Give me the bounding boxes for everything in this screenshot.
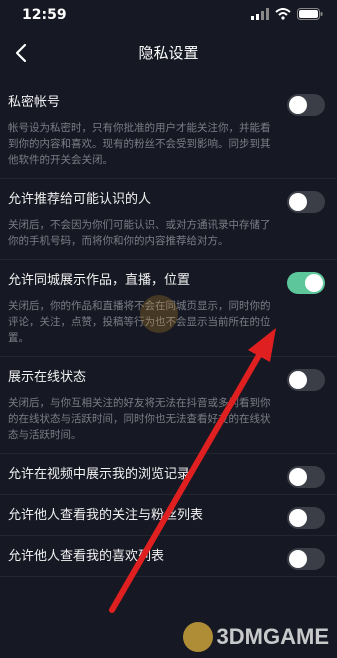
setting-label: 展示在线状态 [8, 370, 87, 385]
setting-show-browsing-history: 允许在视频中展示我的浏览记录 [0, 454, 337, 495]
nav-bar: 隐私设置 [0, 30, 337, 76]
wifi-icon [275, 8, 291, 20]
setting-label: 允许他人查看我的关注与粉丝列表 [8, 508, 204, 523]
recommend-toggle[interactable] [287, 191, 325, 213]
page-title: 隐私设置 [138, 44, 199, 62]
signal-icon [251, 8, 269, 20]
setting-description: 帐号设为私密时，只有你批准的用户才能关注你，并能看到你的内容和喜欢。现有的粉丝不… [8, 122, 271, 166]
setting-description: 关闭后，与你互相关注的好友将无法在抖音或多闪看到你的在线状态与活跃时间，同时你也… [8, 397, 271, 441]
toggle-knob [305, 274, 323, 292]
setting-label: 私密帐号 [8, 95, 61, 110]
private-account-toggle[interactable] [287, 94, 325, 116]
setting-label: 允许在视频中展示我的浏览记录 [8, 467, 191, 482]
status-icons [251, 8, 323, 20]
setting-label: 允许同城展示作品，直播，位置 [8, 273, 191, 288]
local-display-toggle[interactable] [287, 272, 325, 294]
toggle-knob [289, 509, 307, 527]
toggle-knob [289, 468, 307, 486]
setting-label: 允许他人查看我的喜欢列表 [8, 549, 165, 564]
setting-follow-list: 允许他人查看我的关注与粉丝列表 [0, 495, 337, 536]
setting-description: 关闭后，不会因为你们可能认识、或对方通讯录中存储了你的手机号码，而将你和你的内容… [8, 219, 271, 247]
setting-likes-list: 允许他人查看我的喜欢列表 [0, 536, 337, 577]
toggle-knob [289, 550, 307, 568]
watermark-text: 3DMGAME [216, 624, 329, 649]
toggle-knob [289, 371, 307, 389]
setting-recommend-to-acquaintances: 允许推荐给可能认识的人 关闭后，不会因为你们可能认识、或对方通讯录中存储了你的手… [0, 179, 337, 260]
setting-private-account: 私密帐号 帐号设为私密时，只有你批准的用户才能关注你，并能看到你的内容和喜欢。现… [0, 82, 337, 179]
status-time: 12:59 [22, 7, 67, 23]
status-bar: 12:59 [0, 0, 337, 30]
setting-label: 允许推荐给可能认识的人 [8, 192, 152, 207]
watermark-logo-icon [182, 622, 213, 652]
toggle-knob [289, 96, 307, 114]
battery-icon [297, 8, 323, 20]
watermark: 3DMGAME [182, 622, 329, 652]
online-status-toggle[interactable] [287, 369, 325, 391]
setting-online-status: 展示在线状态 关闭后，与你互相关注的好友将无法在抖音或多闪看到你的在线状态与活跃… [0, 357, 337, 454]
follow-list-toggle[interactable] [287, 507, 325, 529]
toggle-knob [289, 193, 307, 211]
likes-list-toggle[interactable] [287, 548, 325, 570]
watermark-logo-faint [140, 295, 178, 333]
browsing-history-toggle[interactable] [287, 466, 325, 488]
